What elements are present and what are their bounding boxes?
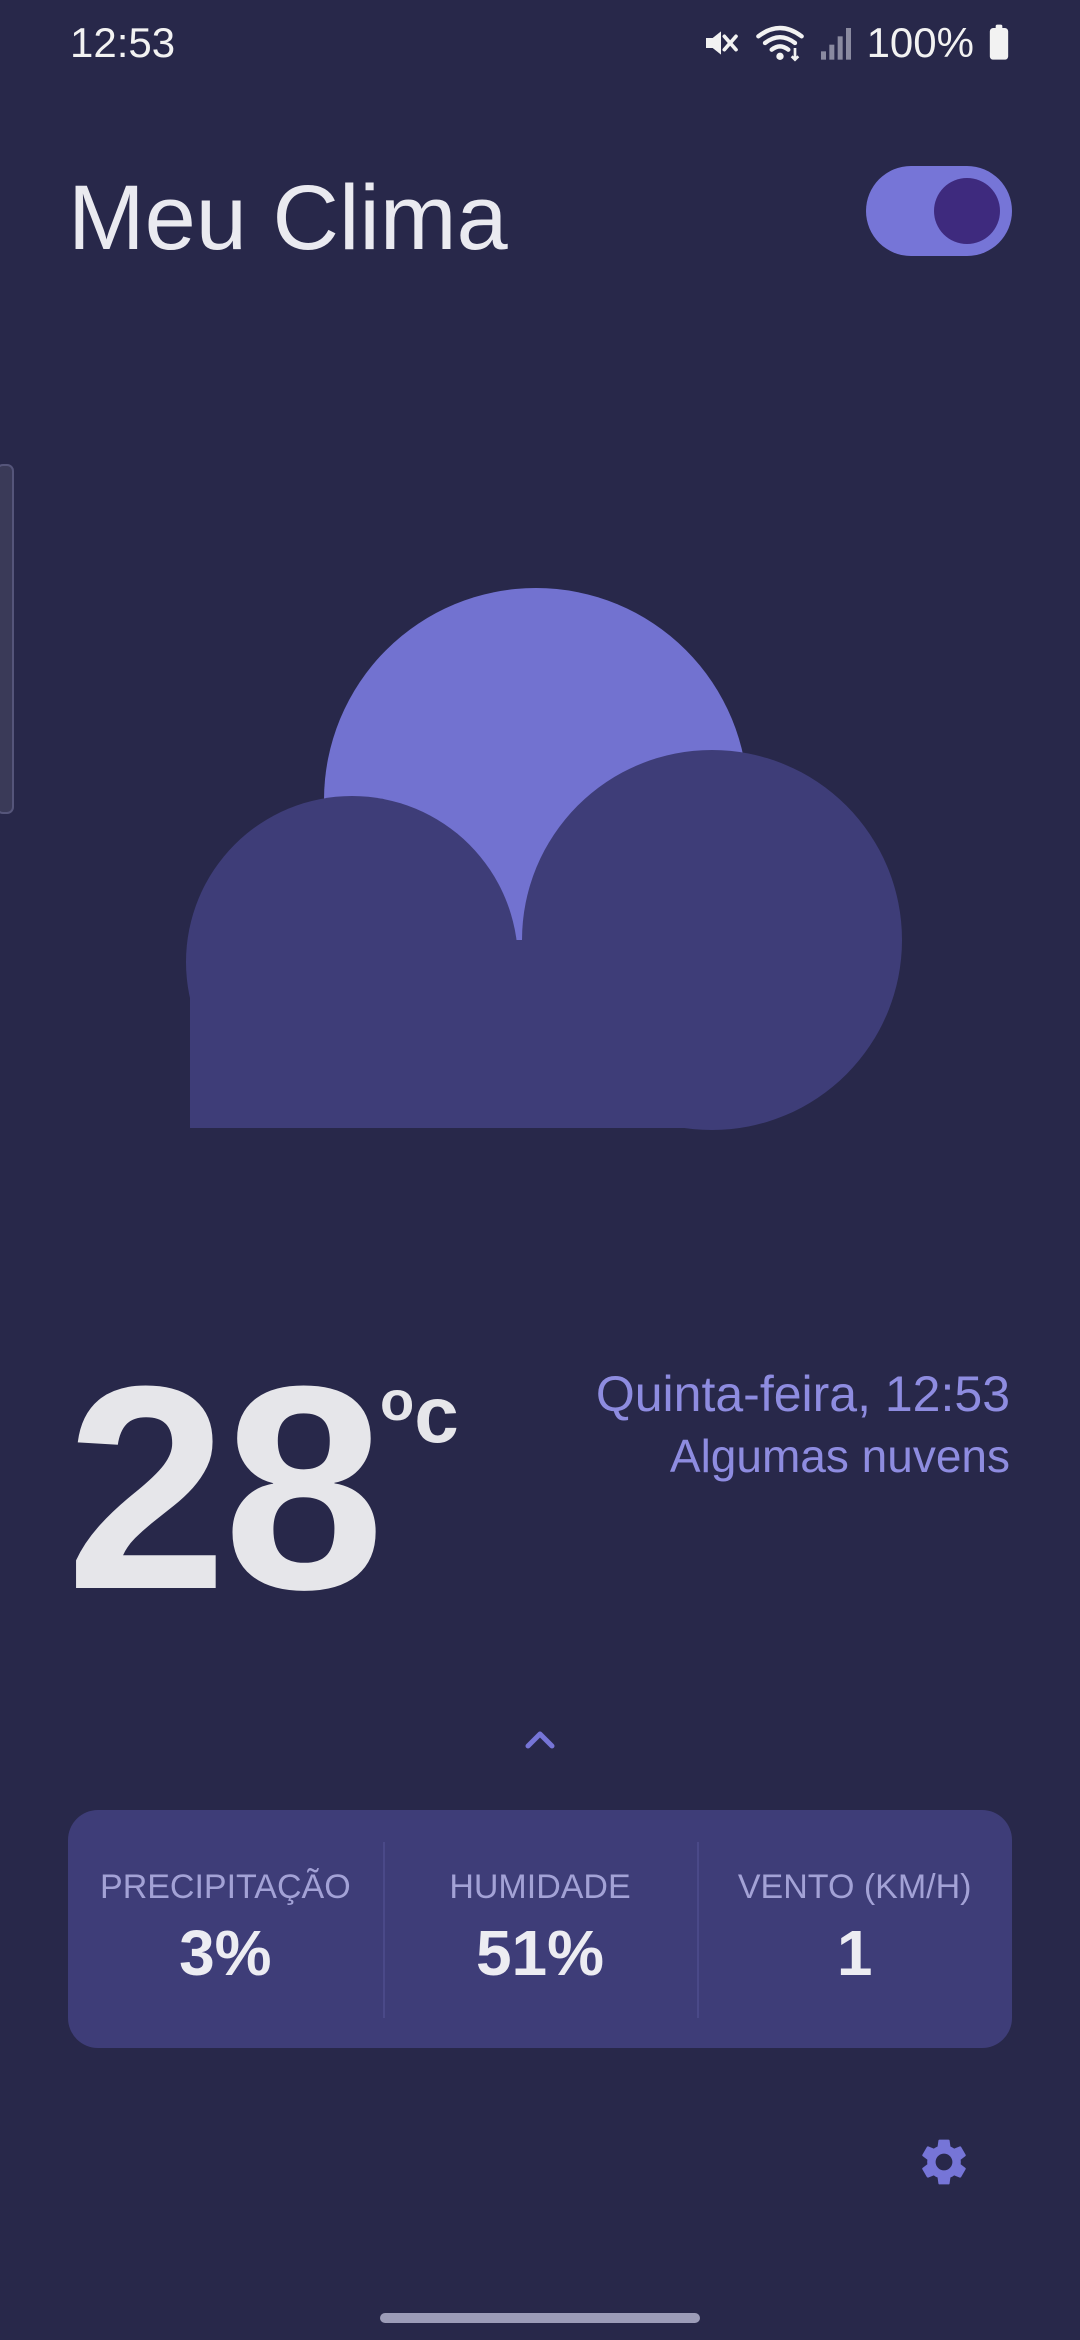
weather-screen: 12:53 100% Meu Clima 28 oc Quinta-feira,… (0, 0, 1080, 2340)
wifi-icon (755, 23, 805, 63)
status-icons: 100% (701, 18, 1010, 68)
detail-wind: VENTO (KM/H) 1 (697, 1810, 1012, 2048)
detail-humidity: HUMIDADE 51% (382, 1810, 698, 2048)
battery-percent: 100% (866, 19, 974, 66)
gesture-nav-bar[interactable] (380, 2313, 700, 2323)
status-time: 12:53 (70, 19, 176, 66)
detail-value: 3% (179, 1917, 272, 1989)
detail-label: PRECIPITAÇÃO (100, 1868, 351, 1906)
degree-symbol: o (380, 1369, 415, 1432)
unit-letter: c (414, 1370, 459, 1459)
detail-value: 51% (475, 1917, 605, 1989)
temperature-unit: oc (380, 1356, 459, 1460)
battery-icon (988, 23, 1010, 63)
weather-condition: Algumas nuvens (669, 1430, 1010, 1482)
chevron-up-icon[interactable] (516, 1722, 564, 1758)
settings-button[interactable] (916, 2134, 972, 2190)
day-time-label: Quinta-feira, 12:53 (595, 1366, 1010, 1422)
theme-toggle[interactable] (866, 166, 1012, 256)
detail-label: HUMIDADE (449, 1868, 631, 1906)
temperature-value: 28 (66, 1326, 385, 1650)
theme-toggle-knob (934, 178, 1000, 244)
partly-cloudy-icon (0, 560, 1080, 1160)
app-title: Meu Clima (68, 167, 508, 269)
detail-value: 1 (836, 1917, 873, 1989)
signal-icon (819, 23, 853, 63)
weather-details-card: PRECIPITAÇÃO 3% HUMIDADE 51% VENTO (KM/H… (68, 1810, 1012, 2048)
status-bar: 12:53 100% (0, 0, 1080, 86)
gear-icon (922, 2139, 966, 2185)
detail-precipitation: PRECIPITAÇÃO 3% (68, 1810, 383, 2048)
mute-icon (701, 23, 741, 63)
detail-label: VENTO (KM/H) (737, 1868, 972, 1906)
